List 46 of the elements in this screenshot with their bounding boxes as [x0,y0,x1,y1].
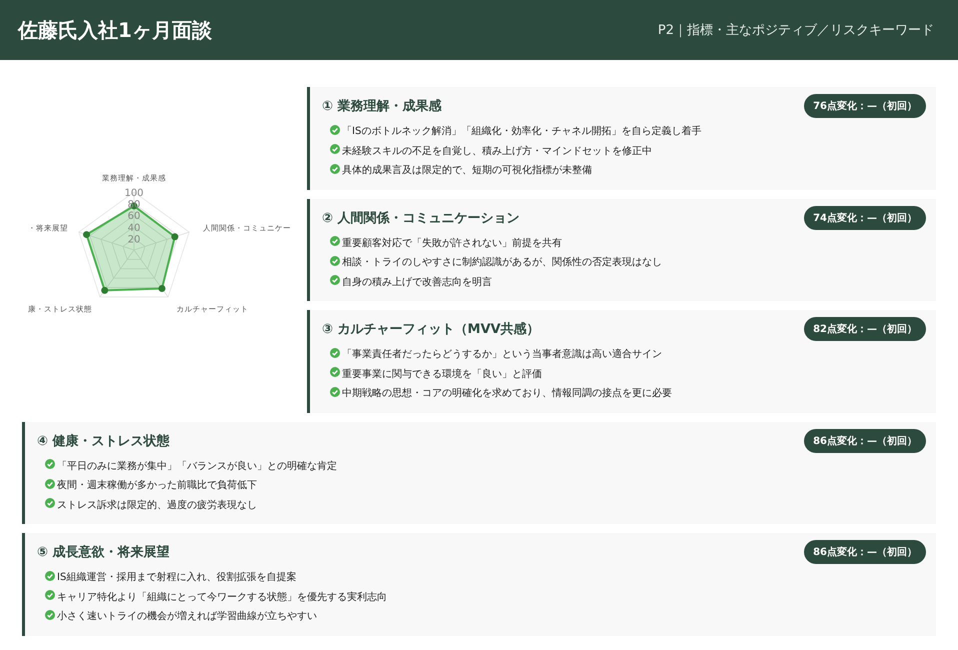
score-badge: 86点変化：—（初回） [804,428,926,452]
check-icon [45,498,55,508]
point-text: 「ISのボトルネック解消」「組織化・効率化・チャネル開拓」を自ら定義し着手 [342,124,702,139]
axis-tick: 60 [128,210,140,222]
point-text: 重要顧客対応で「失敗が許されない」前提を共有 [342,236,562,250]
point-text: ストレス訴求は限定的、過度の疲労表現なし [57,498,257,512]
check-icon [330,256,340,266]
axis-tick: 40 [128,222,140,234]
check-icon [45,459,55,470]
check-icon [330,236,340,246]
section-title: ③ カルチャーフィット（MVV共感） [322,321,540,338]
point-text: 相談・トライのしやすさに制約認識があるが、関係性の否定表現はなし [342,256,662,270]
point-text: 未経験スキルの不足を自覚し、積み上げ方・マインドセットを修正中 [342,144,652,158]
point-text: 自身の積み上げで改善志向を明言 [342,276,492,290]
point-text: IS組織運営・採用まで射程に入れ、役割拡張を自提案 [57,570,296,585]
score-badge: 74点変化：—（初回） [804,206,926,230]
point-text: 「平日のみに業務が集中」「バランスが良い」との明確な肯定 [57,460,337,474]
check-icon [330,348,340,358]
axis-tick: 20 [128,234,140,246]
check-icon [330,367,340,378]
point-text: キャリア特化より「組織にとって今ワークする状態」を優先する実利志向 [57,590,387,604]
point-text: 小さく速いトライの機会が増えれば学習曲線が立ちやすい [57,610,317,624]
check-icon [330,386,340,397]
check-icon [45,590,55,600]
check-icon [330,164,340,174]
section-title: ② 人間関係・コミュニケーション [322,210,520,226]
score-badge: 82点変化：—（初回） [804,317,926,341]
check-icon [330,144,340,154]
check-icon [330,124,340,135]
section-title: ① 業務理解・成果感 [322,98,442,115]
score-badge: 76点変化：—（初回） [804,94,926,118]
check-icon [45,478,55,489]
check-icon [45,610,55,620]
page-title: 佐藤氏入社1ヶ月面談 [18,16,212,44]
point-text: 夜間・週末稼働が多かった前職比で負荷低下 [57,478,257,493]
axis-tick: 100 [124,188,144,199]
check-icon [45,570,55,581]
point-text: 中期戦略の思想・コアの明確化を求めており、情報同調の接点を更に必要 [342,386,672,401]
point-text: 重要事業に関与できる環境を「良い」と評価 [342,368,542,382]
score-badge: 86点変化：—（初回） [804,540,926,564]
point-text: 具体的成果言及は限定的で、短期の可視化指標が未整備 [342,164,592,178]
check-icon [330,275,340,286]
page-label: P2｜指標・主なポジティブ／リスクキーワード [658,22,934,39]
section-title: ④ 健康・ストレス状態 [37,432,170,450]
section-title: ⑤ 成長意欲・将来展望 [37,544,170,561]
point-text: 「事業責任者だったらどうするか」という当事者意識は高い適合サイン [342,348,662,362]
